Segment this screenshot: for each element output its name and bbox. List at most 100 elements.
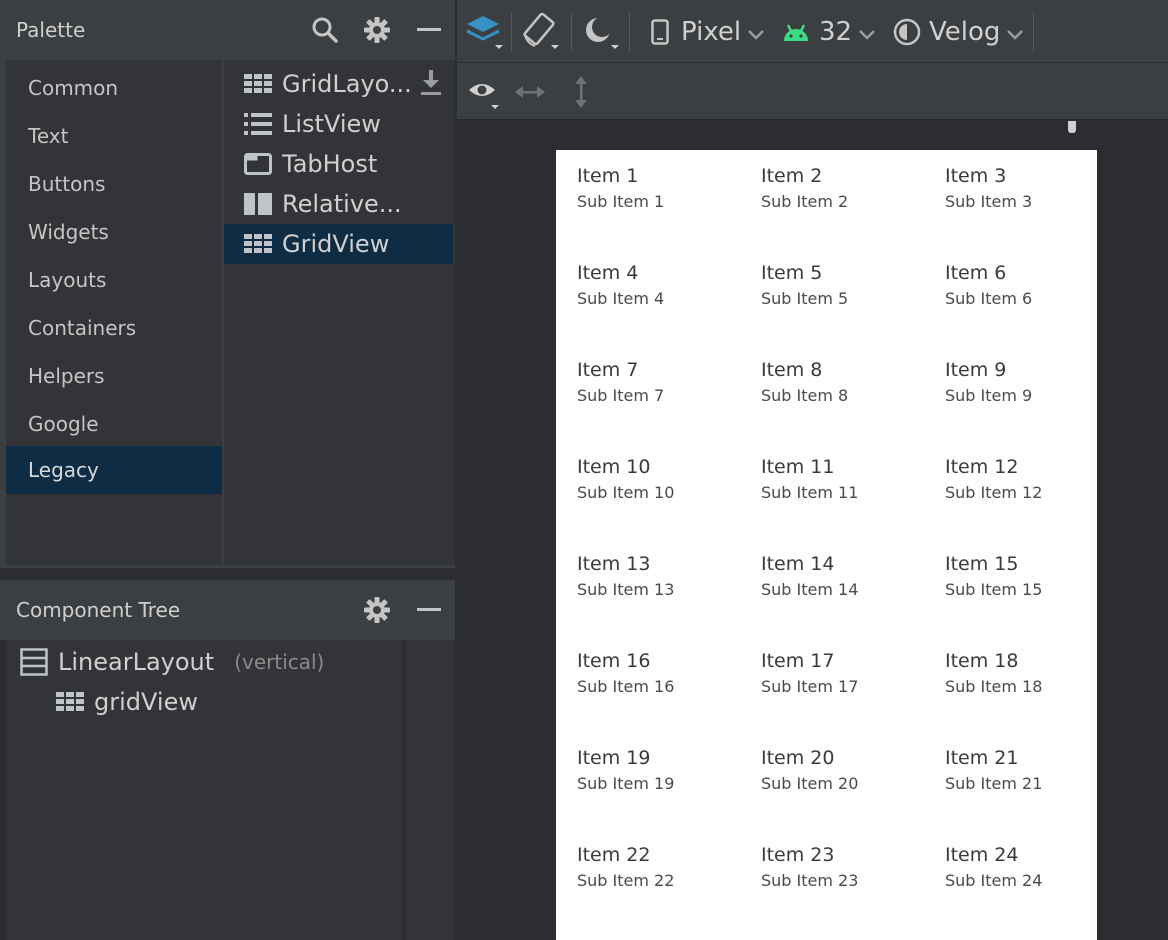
- minimize-icon[interactable]: [403, 580, 455, 640]
- orientation-icon[interactable]: [521, 0, 561, 63]
- grid-item-subtitle: Sub Item 17: [761, 677, 859, 696]
- design-canvas: Item 1 Sub Item 1 Item 2 Sub Item 2 Item 3 Su…: [457, 121, 1168, 940]
- palette-item-listview[interactable]: ListView: [224, 104, 453, 144]
- grid-item-subtitle: Sub Item 1: [577, 192, 665, 211]
- palette-item-relativelayout[interactable]: Relative...: [224, 184, 453, 224]
- gear-icon[interactable]: [351, 0, 403, 60]
- tree-node-orientation: (vertical): [234, 650, 325, 674]
- search-icon[interactable]: [299, 0, 351, 60]
- tree-node-linearlayout[interactable]: LinearLayout (vertical): [20, 642, 324, 682]
- device-preview[interactable]: Item 1 Sub Item 1 Item 2 Sub Item 2 Item 3 Su…: [556, 150, 1097, 940]
- grid-item[interactable]: Item 20 Sub Item 20: [761, 747, 945, 794]
- theme-label: Velog: [929, 16, 1001, 47]
- grid-item[interactable]: Item 9 Sub Item 9: [945, 359, 1129, 406]
- palette-category-containers[interactable]: Containers: [6, 304, 222, 352]
- grid-icon: [56, 692, 84, 712]
- tab-icon: [244, 152, 274, 176]
- grid-item-title: Item 6: [945, 262, 1007, 284]
- grid-item[interactable]: Item 2 Sub Item 2: [761, 165, 945, 212]
- palette-item-label: GridLayo...: [282, 70, 412, 98]
- palette-category-google[interactable]: Google: [6, 400, 222, 448]
- grid-item[interactable]: Item 12 Sub Item 12: [945, 456, 1129, 503]
- grid-item[interactable]: Item 7 Sub Item 7: [577, 359, 761, 406]
- resize-handle[interactable]: [1068, 121, 1076, 133]
- grid-item-title: Item 19: [577, 747, 651, 769]
- grid-item-title: Item 4: [577, 262, 639, 284]
- layers-icon[interactable]: [465, 0, 505, 63]
- grid-item[interactable]: Item 24 Sub Item 24: [945, 844, 1129, 891]
- grid-item-title: Item 14: [761, 553, 835, 575]
- grid-item-title: Item 22: [577, 844, 651, 866]
- grid-item-subtitle: Sub Item 21: [945, 774, 1043, 793]
- grid-item[interactable]: Item 22 Sub Item 22: [577, 844, 761, 891]
- grid-item[interactable]: Item 3 Sub Item 3: [945, 165, 1129, 212]
- gear-icon[interactable]: [351, 580, 403, 640]
- palette-item-list: GridLayo... ListView TabHost Relative...…: [224, 60, 455, 565]
- grid-item[interactable]: Item 6 Sub Item 6: [945, 262, 1129, 309]
- palette-category-buttons[interactable]: Buttons: [6, 160, 222, 208]
- grid-item-title: Item 9: [945, 359, 1007, 381]
- grid-item[interactable]: Item 10 Sub Item 10: [577, 456, 761, 503]
- palette-item-label: GridView: [282, 230, 390, 258]
- tree-node-label: gridView: [94, 688, 198, 716]
- grid-item-subtitle: Sub Item 3: [945, 192, 1033, 211]
- view-options-eye-icon[interactable]: [467, 63, 503, 120]
- night-mode-icon[interactable]: [581, 0, 621, 63]
- grid-item[interactable]: Item 5 Sub Item 5: [761, 262, 945, 309]
- toolbar-separator: [511, 12, 512, 52]
- api-level-selector[interactable]: 32: [783, 0, 876, 63]
- resize-vertical-icon: [571, 63, 591, 120]
- grid-item[interactable]: Item 14 Sub Item 14: [761, 553, 945, 600]
- palette-category-legacy[interactable]: Legacy: [6, 446, 222, 494]
- grid-item-subtitle: Sub Item 13: [577, 580, 675, 599]
- palette-category-text[interactable]: Text: [6, 112, 222, 160]
- device-selector[interactable]: Pixel: [651, 0, 765, 63]
- grid-item[interactable]: Item 15 Sub Item 15: [945, 553, 1129, 600]
- grid-item[interactable]: Item 16 Sub Item 16: [577, 650, 761, 697]
- grid-item-title: Item 5: [761, 262, 823, 284]
- palette-item-gridlayout[interactable]: GridLayo...: [224, 64, 453, 104]
- grid-item[interactable]: Item 23 Sub Item 23: [761, 844, 945, 891]
- palette-category-common[interactable]: Common: [6, 64, 222, 112]
- palette-item-tabhost[interactable]: TabHost: [224, 144, 453, 184]
- grid-item[interactable]: Item 18 Sub Item 18: [945, 650, 1129, 697]
- palette-category-layouts[interactable]: Layouts: [6, 256, 222, 304]
- grid-item-subtitle: Sub Item 11: [761, 483, 859, 502]
- grid-item[interactable]: Item 19 Sub Item 19: [577, 747, 761, 794]
- grid-item-subtitle: Sub Item 14: [761, 580, 859, 599]
- grid-item[interactable]: Item 8 Sub Item 8: [761, 359, 945, 406]
- grid-item-subtitle: Sub Item 10: [577, 483, 675, 502]
- component-tree-side-panel: [404, 640, 455, 940]
- grid-item[interactable]: Item 13 Sub Item 13: [577, 553, 761, 600]
- theme-selector[interactable]: Velog: [893, 0, 1024, 63]
- grid-item[interactable]: Item 4 Sub Item 4: [577, 262, 761, 309]
- grid-item[interactable]: Item 11 Sub Item 11: [761, 456, 945, 503]
- minimize-icon[interactable]: [403, 0, 455, 60]
- grid-item-subtitle: Sub Item 16: [577, 677, 675, 696]
- component-tree-title: Component Tree: [16, 598, 181, 622]
- grid-item-subtitle: Sub Item 9: [945, 386, 1033, 405]
- grid-item-title: Item 20: [761, 747, 835, 769]
- grid-item-subtitle: Sub Item 2: [761, 192, 849, 211]
- grid-item[interactable]: Item 1 Sub Item 1: [577, 165, 761, 212]
- grid-item[interactable]: Item 17 Sub Item 17: [761, 650, 945, 697]
- phone-icon: [651, 18, 669, 45]
- grid-item-subtitle: Sub Item 7: [577, 386, 665, 405]
- tree-node-gridview[interactable]: gridView: [56, 682, 198, 722]
- grid-item[interactable]: Item 21 Sub Item 21: [945, 747, 1129, 794]
- palette-category-helpers[interactable]: Helpers: [6, 352, 222, 400]
- download-icon[interactable]: [420, 70, 442, 102]
- grid-item-subtitle: Sub Item 4: [577, 289, 665, 308]
- grid-item-subtitle: Sub Item 20: [761, 774, 859, 793]
- theme-icon: [893, 18, 921, 46]
- palette-title: Palette: [16, 18, 86, 42]
- resize-horizontal-icon: [515, 63, 545, 120]
- chevron-down-icon: [1006, 17, 1024, 47]
- design-toolbar: Pixel 32 Velog: [457, 0, 1168, 63]
- palette-item-gridview[interactable]: GridView: [224, 224, 453, 264]
- grid-item-subtitle: Sub Item 6: [945, 289, 1033, 308]
- api-level-label: 32: [819, 16, 853, 47]
- toolbar-separator: [1033, 12, 1034, 52]
- palette-category-widgets[interactable]: Widgets: [6, 208, 222, 256]
- relative-layout-icon: [244, 192, 274, 216]
